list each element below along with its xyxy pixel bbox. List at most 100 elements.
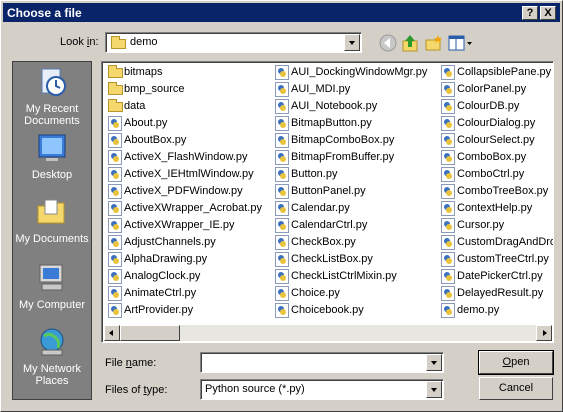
file-name: AnalogClock.py (124, 270, 201, 282)
file-name: AdjustChannels.py (124, 236, 216, 248)
place-my-computer[interactable]: My Computer (13, 262, 91, 311)
python-file-icon (275, 235, 289, 250)
chevron-down-icon[interactable] (426, 381, 442, 398)
file-item[interactable]: ComboBox.py (439, 149, 553, 166)
file-name: AUI_MDI.py (291, 83, 351, 95)
file-item[interactable]: ArtProvider.py (106, 302, 272, 319)
file-item[interactable]: ActiveXWrapper_IE.py (106, 217, 272, 234)
help-button[interactable]: ? (522, 6, 538, 20)
file-name: CalendarCtrl.py (291, 219, 368, 231)
file-item[interactable]: CustomDragAndDrop.py (439, 234, 553, 251)
file-item[interactable]: ColourDialog.py (439, 115, 553, 132)
file-item[interactable]: CheckListBox.py (273, 251, 438, 268)
open-button[interactable]: Open (478, 350, 554, 375)
file-item[interactable]: AboutBox.py (106, 132, 272, 149)
file-item[interactable]: ActiveX_PDFWindow.py (106, 183, 272, 200)
file-type-label: Files of type: (105, 384, 168, 396)
folder-item[interactable]: bmp_source (106, 81, 272, 98)
file-item[interactable]: BitmapButton.py (273, 115, 438, 132)
place-network-places[interactable]: My Network Places (13, 326, 91, 387)
file-name: AboutBox.py (124, 134, 187, 146)
title-bar[interactable]: Choose a file ? X (3, 3, 560, 22)
file-item[interactable]: ActiveX_FlashWindow.py (106, 149, 272, 166)
file-item[interactable]: About.py (106, 115, 272, 132)
my-documents-icon (37, 199, 65, 224)
file-name: ColorPanel.py (457, 83, 527, 95)
file-item[interactable]: ActiveXWrapper_Acrobat.py (106, 200, 272, 217)
file-item[interactable]: CustomTreeCtrl.py (439, 251, 553, 268)
file-name-field[interactable] (200, 352, 444, 373)
file-item[interactable]: AUI_MDI.py (273, 81, 438, 98)
file-name: CheckListCtrlMixin.py (291, 270, 397, 282)
file-item[interactable]: BitmapComboBox.py (273, 132, 438, 149)
view-menu-icon[interactable] (447, 33, 473, 53)
python-file-icon (441, 116, 455, 131)
file-name: bitmaps (124, 66, 163, 78)
file-item[interactable]: ColorPanel.py (439, 81, 553, 98)
up-folder-icon[interactable] (400, 33, 420, 53)
file-item[interactable]: ComboTreeBox.py (439, 183, 553, 200)
file-item[interactable]: AnalogClock.py (106, 268, 272, 285)
file-name: ComboCtrl.py (457, 168, 525, 180)
file-item[interactable]: ComboCtrl.py (439, 166, 553, 183)
file-item[interactable]: CheckListCtrlMixin.py (273, 268, 438, 285)
python-file-icon (275, 286, 289, 301)
file-item[interactable]: ActiveX_IEHtmlWindow.py (106, 166, 272, 183)
file-item[interactable]: DatePickerCtrl.py (439, 268, 553, 285)
folder-item[interactable]: bitmaps (106, 64, 272, 81)
python-file-icon (275, 201, 289, 216)
python-file-icon (441, 303, 455, 318)
file-item[interactable]: Cursor.py (439, 217, 553, 234)
scroll-right-icon[interactable] (536, 325, 552, 341)
place-recent-documents[interactable]: My Recent Documents (13, 66, 91, 127)
place-my-documents[interactable]: My Documents (13, 196, 91, 245)
file-name: ColourSelect.py (457, 134, 535, 146)
file-item[interactable]: AdjustChannels.py (106, 234, 272, 251)
python-file-icon (441, 184, 455, 199)
folder-item[interactable]: data (106, 98, 272, 115)
horizontal-scrollbar[interactable] (104, 325, 552, 341)
file-item[interactable]: AUI_DockingWindowMgr.py (273, 64, 438, 81)
file-item[interactable]: DelayedResult.py (439, 285, 553, 302)
file-item[interactable]: AUI_Notebook.py (273, 98, 438, 115)
file-name: AUI_Notebook.py (291, 100, 378, 112)
file-item[interactable]: demo.py (439, 302, 553, 319)
file-item[interactable]: Choice.py (273, 285, 438, 302)
file-item[interactable]: CalendarCtrl.py (273, 217, 438, 234)
file-item[interactable]: ContextHelp.py (439, 200, 553, 217)
chevron-down-icon[interactable] (426, 354, 442, 371)
file-type-value: Python source (*.py) (205, 383, 305, 395)
scroll-thumb[interactable] (120, 325, 180, 341)
file-item[interactable]: ButtonPanel.py (273, 183, 438, 200)
close-button[interactable]: X (540, 6, 556, 20)
folder-icon (108, 82, 123, 95)
new-folder-icon[interactable] (423, 33, 443, 53)
back-icon[interactable] (378, 33, 398, 53)
file-item[interactable]: ColourSelect.py (439, 132, 553, 149)
place-desktop[interactable]: Desktop (13, 132, 91, 181)
file-item[interactable]: CollapsiblePane.py (439, 64, 553, 81)
file-name: ActiveX_IEHtmlWindow.py (124, 168, 254, 180)
file-item[interactable]: AnimateCtrl.py (106, 285, 272, 302)
file-item[interactable]: ColourDB.py (439, 98, 553, 115)
cancel-button[interactable]: Cancel (479, 377, 553, 400)
python-file-icon (275, 303, 289, 318)
file-item[interactable]: CheckBox.py (273, 234, 438, 251)
file-name: Choice.py (291, 287, 340, 299)
python-file-icon (275, 269, 289, 284)
file-item[interactable]: Choicebook.py (273, 302, 438, 319)
file-name: ActiveX_FlashWindow.py (124, 151, 248, 163)
file-type-select[interactable]: Python source (*.py) (200, 379, 444, 400)
chevron-down-icon[interactable] (344, 34, 360, 51)
python-file-icon (441, 218, 455, 233)
file-item[interactable]: AlphaDrawing.py (106, 251, 272, 268)
scroll-left-icon[interactable] (104, 325, 120, 341)
file-list[interactable]: bitmaps bmp_source data About.py AboutBox.py… (101, 61, 554, 343)
python-file-icon (441, 65, 455, 80)
file-item[interactable]: Button.py (273, 166, 438, 183)
file-name: ColourDB.py (457, 100, 520, 112)
file-item[interactable]: BitmapFromBuffer.py (273, 149, 438, 166)
look-in-combo[interactable]: demo (105, 32, 362, 53)
recent-documents-icon (41, 68, 66, 96)
file-item[interactable]: Calendar.py (273, 200, 438, 217)
